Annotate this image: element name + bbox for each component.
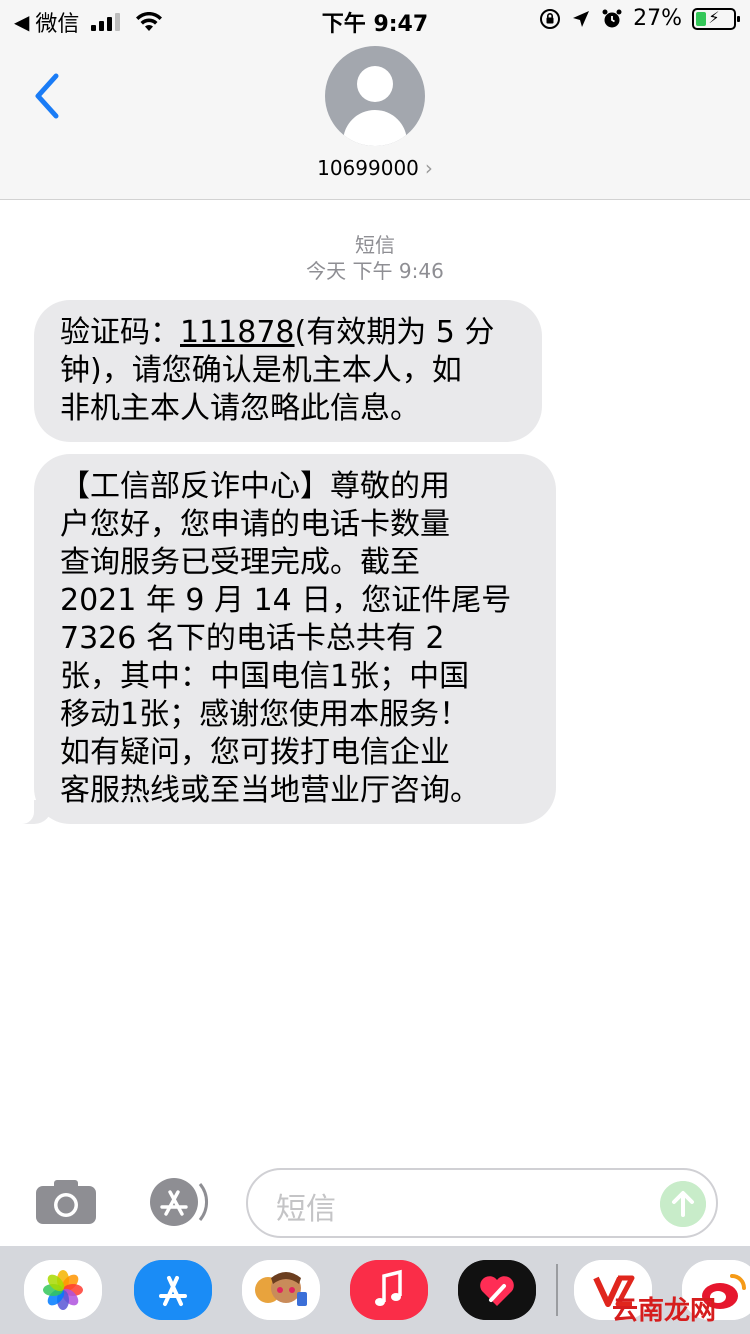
message-text: 【工信部反诈中心】尊敬的用 户您好，您申请的电话卡数量 查询服务已受理完成。截至… (60, 469, 512, 808)
message-bubble-antifraud[interactable]: 【工信部反诈中心】尊敬的用 户您好，您申请的电话卡数量 查询服务已受理完成。截至… (16, 454, 556, 824)
photos-icon[interactable] (24, 1260, 102, 1320)
camera-button[interactable] (34, 1178, 98, 1226)
message-input-placeholder: 短信 (276, 1192, 336, 1227)
message-input-field[interactable]: 短信 (246, 1168, 718, 1238)
drawer-separator (556, 1264, 558, 1316)
location-arrow-icon (573, 10, 590, 27)
status-bar: ◀ 微信 下午 9:47 27% ⚡ (0, 0, 750, 40)
app-store-button[interactable] (140, 1176, 212, 1228)
contact-name-button[interactable]: 10699000 › (0, 156, 750, 180)
verification-code-link[interactable]: 111878 (180, 315, 295, 350)
avatar-head-shape (357, 66, 393, 102)
contact-number: 10699000 (317, 156, 419, 180)
digital-touch-icon[interactable] (458, 1260, 536, 1320)
orientation-lock-icon (540, 8, 561, 29)
memoji-icon[interactable] (242, 1260, 320, 1320)
service-label: 短信 (355, 233, 395, 257)
contact-avatar[interactable] (325, 46, 425, 146)
status-right: 27% ⚡ (539, 6, 740, 31)
app-store-icon[interactable] (134, 1260, 212, 1320)
message-prefix: 验证码： (60, 315, 180, 350)
conversation-header: 10699000 › (0, 40, 750, 200)
alarm-icon (602, 9, 622, 27)
message-bubble-verification[interactable]: 验证码：111878(有效期为 5 分 钟)，请您确认是机主本人，如 非机主本人… (34, 300, 542, 442)
back-button[interactable] (28, 70, 68, 122)
avatar-body-shape (343, 110, 407, 146)
charging-bolt-icon: ⚡ (708, 7, 720, 27)
chevron-right-icon: › (424, 156, 433, 180)
battery-percent: 27% (633, 6, 682, 31)
battery-icon: ⚡ (692, 7, 740, 30)
music-icon[interactable] (350, 1260, 428, 1320)
message-timestamp: 今天 下午 9:46 (306, 259, 444, 283)
send-button[interactable] (660, 1181, 706, 1227)
watermark-text: 云南龙网 (612, 1296, 717, 1326)
